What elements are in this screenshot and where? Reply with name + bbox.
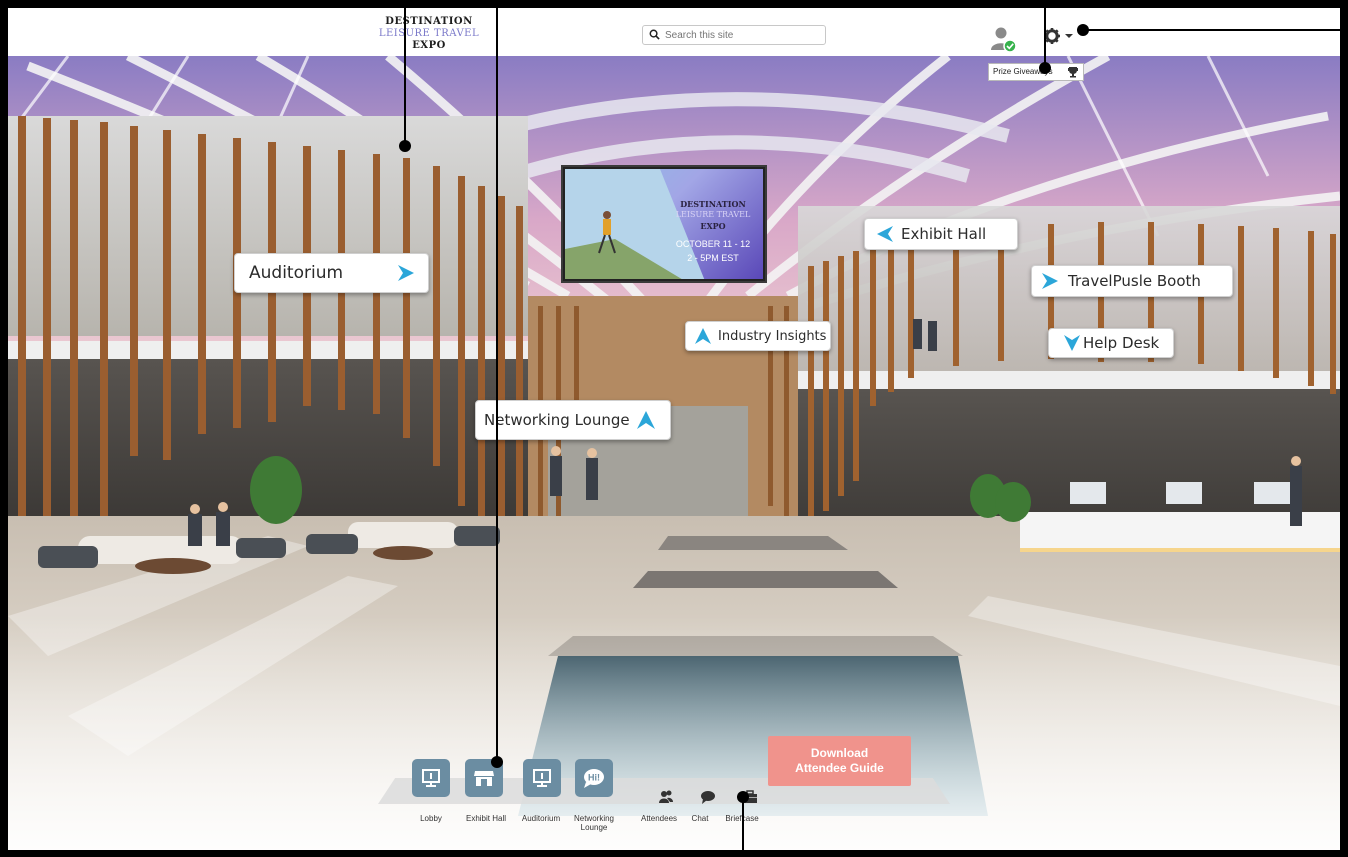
- lobby-scene: DESTINATION LEISURE TRAVEL EXPO OCTOBER …: [8, 56, 1340, 850]
- networking-label-line-2: Lounge: [580, 823, 608, 832]
- travelpulse-booth-sign[interactable]: TravelPusle Booth: [1031, 265, 1233, 297]
- chevron-down-icon: [1065, 34, 1073, 38]
- arrow-up-icon: [637, 411, 655, 429]
- arrow-up-icon: [695, 328, 711, 344]
- lobby-nav-button[interactable]: [412, 759, 450, 797]
- monitor-icon: [422, 769, 440, 787]
- download-line-2: Attendee Guide: [795, 761, 884, 775]
- logo-line-3: EXPO: [412, 40, 446, 51]
- top-header: DESTINATION LEISURE TRAVEL EXPO: [8, 8, 1340, 56]
- networking-lounge-nav-button[interactable]: Hi!: [575, 759, 613, 797]
- callout-line: [404, 0, 406, 146]
- help-desk-sign-label: Help Desk: [1083, 334, 1160, 352]
- callout-line: [1084, 29, 1348, 31]
- arrow-right-icon: [398, 265, 414, 281]
- lobby-nav-label[interactable]: Lobby: [412, 814, 450, 823]
- exhibit-hall-nav-label[interactable]: Exhibit Hall: [460, 814, 512, 823]
- trophy-icon: [1068, 67, 1078, 78]
- chat-icon[interactable]: [700, 789, 716, 805]
- networking-lounge-sign-label: Networking Lounge: [484, 411, 630, 429]
- search-input[interactable]: [665, 27, 820, 43]
- networking-lounge-sign[interactable]: Networking Lounge: [475, 400, 671, 440]
- networking-icon-text: Hi!: [588, 773, 600, 783]
- exhibit-hall-sign-label: Exhibit Hall: [901, 225, 987, 243]
- user-online-icon[interactable]: [990, 25, 1018, 53]
- callout-line: [742, 797, 744, 857]
- promo-screen-content: DESTINATION LEISURE TRAVEL EXPO OCTOBER …: [565, 169, 763, 279]
- networking-label-line-1: Networking: [573, 814, 614, 823]
- callout-dot: [1077, 24, 1089, 36]
- callout-line: [496, 0, 498, 762]
- arrow-right-icon: [1042, 273, 1058, 289]
- arrow-left-icon: [877, 226, 893, 242]
- download-attendee-guide-button[interactable]: Download Attendee Guide: [768, 736, 911, 786]
- screen-title-line-3: EXPO: [700, 221, 726, 231]
- storefront-icon: [474, 771, 494, 786]
- screen-date: OCTOBER 11 - 12: [675, 239, 751, 249]
- screenshot-frame: DESTINATION LEISURE TRAVEL EXPO Search t…: [0, 0, 1348, 857]
- auditorium-nav-button[interactable]: [523, 759, 561, 797]
- presentation-screen-icon: [533, 769, 551, 787]
- callout-dot: [737, 791, 749, 803]
- speech-bubble-icon: Hi!: [584, 769, 604, 788]
- industry-insights-sign[interactable]: Industry Insights: [685, 321, 831, 351]
- exhibit-hall-sign[interactable]: Exhibit Hall: [864, 218, 1018, 250]
- logo-line-1: DESTINATION: [385, 16, 473, 27]
- prize-giveaways-tooltip[interactable]: Prize Giveaways: [988, 63, 1084, 81]
- attendees-nav-label[interactable]: Attendees: [636, 814, 682, 823]
- callout-dot: [1039, 62, 1051, 74]
- auditorium-nav-label[interactable]: Auditorium: [516, 814, 566, 823]
- industry-insights-sign-label: Industry Insights: [718, 328, 827, 344]
- search-box[interactable]: [642, 25, 826, 45]
- promo-screen[interactable]: DESTINATION LEISURE TRAVEL EXPO OCTOBER …: [561, 165, 767, 283]
- search-icon: [649, 29, 660, 40]
- callout-dot: [491, 756, 503, 768]
- chat-nav-label[interactable]: Chat: [686, 814, 714, 823]
- arrow-down-icon: [1064, 335, 1080, 351]
- event-logo[interactable]: DESTINATION LEISURE TRAVEL EXPO: [364, 16, 494, 52]
- networking-lounge-nav-label[interactable]: Networking Lounge: [566, 814, 622, 832]
- download-line-1: Download: [810, 746, 869, 760]
- callout-dot: [399, 140, 411, 152]
- callout-line: [1044, 0, 1046, 68]
- virtual-lobby-viewport: DESTINATION LEISURE TRAVEL EXPO Search t…: [8, 8, 1340, 850]
- travelpulse-booth-sign-label: TravelPusle Booth: [1068, 272, 1201, 290]
- help-desk-sign[interactable]: Help Desk: [1048, 328, 1174, 358]
- logo-line-2: LEISURE TRAVEL: [378, 28, 480, 39]
- auditorium-sign-label: Auditorium: [249, 263, 344, 283]
- screen-time: 2 - 5PM EST: [687, 253, 739, 263]
- screen-title-line-1: DESTINATION: [680, 199, 746, 209]
- auditorium-sign[interactable]: Auditorium: [234, 253, 429, 293]
- attendees-icon[interactable]: [658, 789, 674, 805]
- screen-title-line-2: LEISURE TRAVEL: [675, 210, 751, 219]
